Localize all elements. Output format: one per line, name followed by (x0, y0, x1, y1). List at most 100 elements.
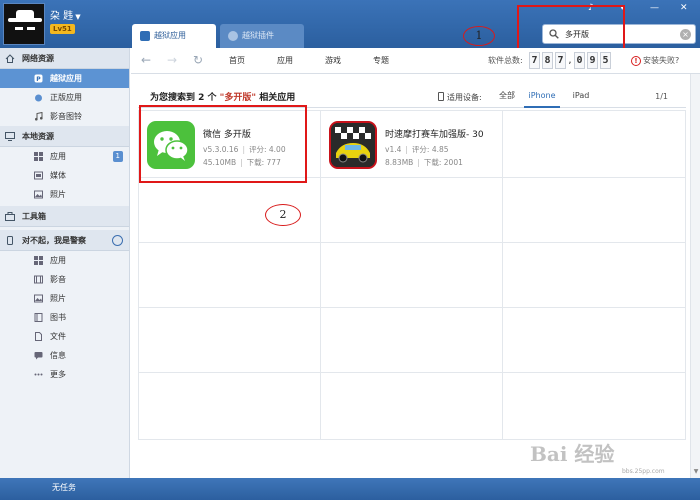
avatar[interactable] (3, 3, 45, 45)
home-icon (5, 54, 15, 63)
sidebar-item-official-apps[interactable]: 正版应用 (0, 88, 129, 107)
toolbar: ← → ↻ 首页 应用 游戏 专题 软件总数: 7 8 7 , 0 9 5 ! 安… (131, 48, 700, 74)
sidebar-item-local-photos[interactable]: 照片 (0, 185, 129, 204)
annotation-box-wechat (139, 105, 307, 183)
phone-icon (7, 236, 13, 245)
tab-label: 越狱应用 (154, 31, 186, 40)
toolbox-icon (5, 212, 15, 221)
close-icon[interactable]: ✕ (680, 3, 688, 13)
forward-arrow-icon[interactable]: → (167, 53, 177, 67)
username[interactable]: 朶 韪 ▼ (50, 7, 81, 22)
tab-jailbreak-apps[interactable]: 越狱应用 (132, 24, 216, 48)
device-tab-ipad[interactable]: iPad (566, 84, 596, 108)
count-digit: 0 (574, 52, 585, 69)
username-text: 朶 韪 (50, 11, 74, 22)
sidebar-item-local-media[interactable]: 媒体 (0, 166, 129, 185)
sidebar-item-device-more[interactable]: 更多 (0, 365, 129, 384)
scrollbar[interactable]: ▼ (690, 74, 700, 478)
sidebar-item-label: 影音 (50, 275, 66, 284)
software-count-digits: 7 8 7 , 0 9 5 (529, 52, 611, 69)
sidebar-item-local-apps[interactable]: 应用 1 (0, 147, 129, 166)
sidebar: 网络资源 P 越狱应用 正版应用 影音图铃 本地资源 应用 1 媒体 照片 工具… (0, 48, 130, 478)
count-digit: 7 (529, 52, 540, 69)
file-icon (35, 332, 42, 341)
sidebar-item-media-ringtones[interactable]: 影音图铃 (0, 107, 129, 126)
app-name[interactable]: 时速摩打赛车加强版- 30 (385, 127, 484, 140)
sidebar-item-label: 信息 (50, 351, 66, 360)
more-dots-icon (34, 373, 43, 376)
device-filter-label: 适用设备: (438, 92, 482, 103)
svg-text:P: P (36, 76, 41, 83)
refresh-icon[interactable]: ↻ (193, 53, 203, 67)
status-bar: 无任务 (0, 478, 700, 500)
install-fail-link[interactable]: ! 安装失败? (631, 55, 679, 66)
app-card-racing[interactable]: 时速摩打赛车加强版- 30 v1.4 | 评分: 4.85 8.83MB | 下载: 2… (325, 117, 505, 181)
sidebar-section-title: 网络资源 (22, 54, 54, 63)
sidebar-item-label: 应用 (50, 152, 66, 161)
app-rating: 评分: 4.85 (411, 145, 449, 154)
sidebar-item-label: 图书 (50, 313, 66, 322)
sidebar-section-title: 本地资源 (22, 132, 54, 141)
count-digit: 9 (587, 52, 598, 69)
media-icon (34, 171, 43, 180)
annotation-marker-1: 1 (463, 26, 495, 46)
apple-icon (35, 94, 42, 102)
app-store-icon (140, 31, 150, 41)
device-tab-all[interactable]: 全部 (494, 84, 520, 108)
device-label-text: 适用设备: (447, 93, 482, 102)
sidebar-item-label: 照片 (50, 294, 66, 303)
sidebar-section-title: 对不起，我是警察 (22, 236, 86, 245)
back-arrow-icon[interactable]: ← (141, 53, 151, 67)
sidebar-item-device-apps[interactable]: 应用 (0, 251, 129, 270)
sidebar-item-label: 更多 (50, 370, 66, 379)
search-result-summary: 为您搜索到 2 个 "多开版" 相关应用 (150, 90, 295, 103)
message-icon (34, 352, 43, 360)
count-digit: 7 (555, 52, 566, 69)
separator: | (417, 158, 420, 167)
level-badge: Lv51 (50, 24, 75, 34)
sidebar-item-label: 影音图铃 (50, 112, 82, 121)
nav-home-link[interactable]: 首页 (229, 55, 245, 66)
result-keyword: "多开版" (219, 93, 257, 103)
sidebar-item-label: 文件 (50, 332, 66, 341)
app-version-rating: v1.4 | 评分: 4.85 (385, 144, 449, 155)
result-suffix: 相关应用 (259, 93, 296, 103)
app-size-downloads: 8.83MB | 下载: 2001 (385, 157, 463, 168)
minimize-icon[interactable]: — (650, 3, 659, 13)
watermark: Bai 经验 bbs.25pp.com (530, 438, 700, 478)
nav-apps-link[interactable]: 应用 (277, 55, 293, 66)
watermark-logo: Bai 经验 (530, 442, 615, 466)
chevron-down-icon: ▼ (75, 13, 81, 21)
plugin-icon (228, 31, 238, 41)
connected-check-icon (112, 235, 123, 246)
sidebar-item-device-photos[interactable]: 照片 (0, 289, 129, 308)
sidebar-item-label: 应用 (50, 256, 66, 265)
sidebar-section-device[interactable]: 对不起，我是警察 (0, 230, 129, 251)
count-badge: 1 (112, 151, 123, 162)
app-version: v1.4 (385, 145, 402, 154)
sidebar-section-toolbox[interactable]: 工具箱 (0, 206, 129, 227)
count-digit: 5 (600, 52, 611, 69)
count-digit: 8 (542, 52, 553, 69)
sidebar-item-device-messages[interactable]: 信息 (0, 346, 129, 365)
sidebar-section-local[interactable]: 本地资源 (0, 126, 129, 147)
separator: | (405, 145, 408, 154)
sidebar-item-label: 正版应用 (50, 93, 82, 102)
book-icon (34, 313, 43, 322)
result-prefix: 为您搜索到 2 个 (150, 93, 217, 103)
nav-topics-link[interactable]: 专题 (373, 55, 389, 66)
sidebar-section-network[interactable]: 网络资源 (0, 48, 129, 69)
task-status[interactable]: 无任务 (52, 482, 76, 493)
tab-jailbreak-plugins[interactable]: 越狱插件 (220, 24, 304, 48)
nav-games-link[interactable]: 游戏 (325, 55, 341, 66)
clear-search-icon[interactable]: × (680, 29, 691, 40)
software-count-label: 软件总数: (488, 56, 523, 65)
sidebar-item-jailbreak-apps[interactable]: P 越狱应用 (0, 69, 129, 88)
racing-game-icon (329, 121, 377, 169)
sidebar-item-device-books[interactable]: 图书 (0, 308, 129, 327)
sidebar-item-device-media[interactable]: 影音 (0, 270, 129, 289)
sidebar-item-label: 媒体 (50, 171, 66, 180)
sidebar-item-device-files[interactable]: 文件 (0, 327, 129, 346)
device-tab-iphone[interactable]: iPhone (524, 84, 560, 108)
grid-icon (34, 256, 43, 265)
